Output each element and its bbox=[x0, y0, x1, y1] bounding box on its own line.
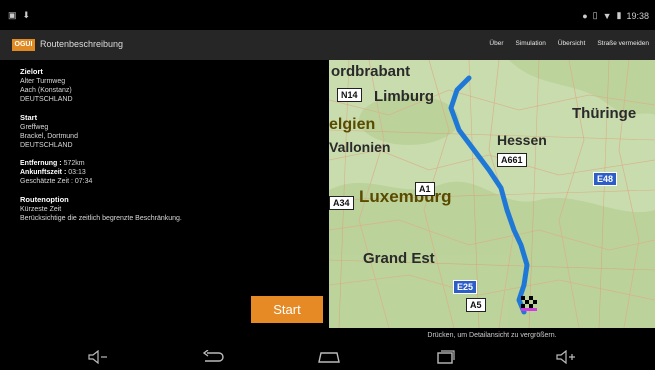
road-shield-a5: A5 bbox=[466, 298, 486, 312]
system-nav-bar bbox=[0, 344, 655, 370]
route-details: Zielort Alter Turmweg Aach (Konstanz) DE… bbox=[0, 60, 329, 328]
start-country: DEUTSCHLAND bbox=[20, 142, 73, 149]
distance-label: Entfernung : bbox=[20, 160, 62, 167]
notification-icons: ▣ ⬇ bbox=[8, 10, 30, 21]
start-section: Start Greffweg Brackel, Dortmund DEUTSCH… bbox=[20, 113, 329, 150]
system-icons: ● ▯ ▼ ▮ 19:38 bbox=[582, 10, 649, 21]
road-shield-e48: E48 bbox=[593, 172, 618, 186]
destination-heading: Zielort bbox=[20, 67, 43, 76]
home-icon[interactable] bbox=[316, 349, 342, 365]
menu-simulation[interactable]: Simulation bbox=[516, 40, 546, 47]
volume-up-icon[interactable] bbox=[553, 349, 579, 365]
page-title: Routenbeschreibung bbox=[40, 39, 124, 49]
volume-down-icon[interactable] bbox=[85, 349, 111, 365]
start-city: Brackel, Dortmund bbox=[20, 133, 78, 140]
menu-avoid-road[interactable]: Straße vermeiden bbox=[597, 40, 649, 47]
road-shield-a34: A34 bbox=[329, 196, 354, 210]
road-shield-e25: E25 bbox=[453, 280, 478, 294]
action-menu: Über Simulation Übersicht Straße vermeid… bbox=[489, 40, 649, 47]
map-caption: Drücken, um Detailansicht zu vergrößern. bbox=[329, 328, 655, 344]
map-label-belgien: elgien bbox=[329, 116, 376, 133]
wifi-icon: ▼ bbox=[602, 10, 612, 21]
map-label-noord-brabant: ordbrabant bbox=[331, 63, 411, 80]
eta-row: Geschätzte Zeit : 07:34 bbox=[20, 177, 329, 186]
clock: 19:38 bbox=[626, 10, 649, 21]
destination-city: Aach (Konstanz) bbox=[20, 87, 72, 94]
distance-value: 572km bbox=[63, 160, 85, 167]
arrival-row: Ankunftszeit : 03:13 bbox=[20, 168, 329, 177]
image-notification-icon: ▣ bbox=[8, 10, 17, 20]
destination-street: Alter Turmweg bbox=[20, 78, 66, 85]
stats-section: Entfernung : 572km Ankunftszeit : 03:13 … bbox=[20, 159, 329, 186]
map-label-grand-est: Grand Est bbox=[363, 250, 435, 267]
download-notification-icon: ⬇ bbox=[22, 10, 31, 20]
road-shield-a1: A1 bbox=[415, 182, 435, 196]
map-label-hessen: Hessen bbox=[497, 132, 547, 148]
back-icon[interactable] bbox=[200, 349, 226, 365]
vibrate-icon: ▯ bbox=[592, 10, 598, 20]
road-shield-a661: A661 bbox=[497, 153, 527, 167]
arrival-value: 03:13 bbox=[68, 169, 86, 176]
arrival-label: Ankunftszeit : bbox=[20, 169, 67, 176]
menu-overview[interactable]: Übersicht bbox=[558, 40, 585, 47]
battery-icon: ▮ bbox=[616, 10, 622, 20]
eta-label: Geschätzte Zeit : bbox=[20, 178, 73, 185]
status-bar: ▣ ⬇ ● ▯ ▼ ▮ 19:38 bbox=[0, 0, 655, 30]
start-button[interactable]: Start bbox=[251, 296, 323, 323]
recent-apps-icon[interactable] bbox=[432, 349, 458, 365]
app-logo: OGUI bbox=[12, 39, 35, 51]
route-option-restriction: Berücksichtige die zeitlich begrenzte Be… bbox=[20, 215, 182, 222]
action-bar: OGUI Routenbeschreibung Über Simulation … bbox=[0, 30, 655, 60]
menu-about[interactable]: Über bbox=[489, 40, 503, 47]
location-icon: ● bbox=[582, 10, 588, 21]
road-shield-n14: N14 bbox=[337, 88, 362, 102]
destination-section: Zielort Alter Turmweg Aach (Konstanz) DE… bbox=[20, 67, 329, 104]
route-option-mode: Kürzeste Zeit bbox=[20, 206, 62, 213]
start-heading: Start bbox=[20, 113, 38, 122]
map-label-thueringen: Thüringe bbox=[572, 105, 637, 122]
route-option-section: Routenoption Kürzeste Zeit Berücksichtig… bbox=[20, 195, 329, 223]
eta-value: 07:34 bbox=[74, 178, 93, 185]
destination-flag-icon bbox=[521, 296, 537, 312]
distance-row: Entfernung : 572km bbox=[20, 159, 329, 168]
map-label-wallonien: Vallonien bbox=[329, 139, 391, 155]
map-label-limburg: Limburg bbox=[374, 88, 434, 105]
destination-country: DEUTSCHLAND bbox=[20, 96, 73, 103]
start-street: Greffweg bbox=[20, 124, 49, 131]
route-map[interactable]: ordbrabant Limburg elgien Vallonien Hess… bbox=[329, 60, 655, 328]
map-label-luxemburg: Luxemburg bbox=[359, 187, 452, 206]
route-option-heading: Routenoption bbox=[20, 195, 69, 204]
